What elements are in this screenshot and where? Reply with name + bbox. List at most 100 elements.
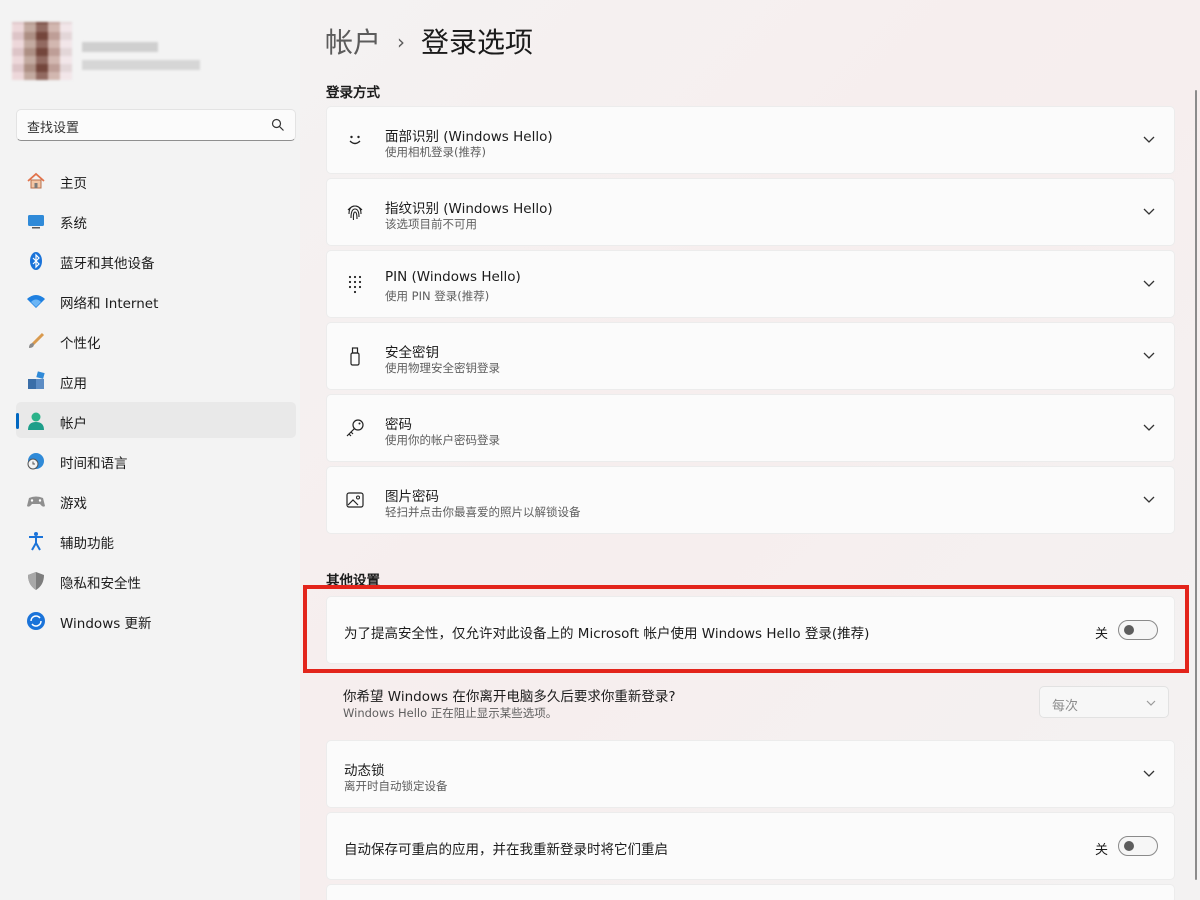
page-title: 登录选项 — [421, 26, 534, 59]
search-input[interactable]: 查找设置 — [16, 109, 296, 141]
sidebar-item-accessibility[interactable]: 辅助功能 — [16, 522, 296, 558]
require-signin-label: 你希望 Windows 在你离开电脑多久后要求你重新登录? — [343, 689, 676, 705]
globe-clock-icon — [27, 453, 44, 470]
breadcrumb-separator: › — [397, 30, 406, 54]
toggle-state-label: 关 — [1094, 627, 1108, 642]
restart-apps-toggle[interactable] — [1118, 836, 1158, 856]
dynamic-lock-card[interactable]: 动态锁 离开时自动锁定设备 — [326, 740, 1175, 808]
shield-icon — [28, 572, 44, 590]
user-name-redacted — [82, 42, 158, 52]
sidebar-item-label: 辅助功能 — [60, 536, 114, 552]
bluetooth-icon — [30, 252, 42, 270]
chevron-down-icon[interactable] — [1142, 135, 1156, 145]
signin-pin-card[interactable]: PIN (Windows Hello) 使用 PIN 登录(推荐) — [326, 250, 1175, 318]
home-icon — [27, 172, 45, 189]
section-title-other-settings: 其他设置 — [326, 573, 380, 589]
signin-face-card[interactable]: 面部识别 (Windows Hello) 使用相机登录(推荐) — [326, 106, 1175, 174]
chevron-down-icon[interactable] — [1142, 769, 1156, 779]
card-subtitle: 离开时自动锁定设备 — [344, 779, 448, 793]
sidebar-item-windows-update[interactable]: Windows 更新 — [16, 602, 296, 638]
chevron-down-icon[interactable] — [1142, 423, 1156, 433]
picture-icon — [346, 492, 364, 508]
hello-only-setting-label: 为了提高安全性，仅允许对此设备上的 Microsoft 帐户使用 Windows… — [344, 626, 870, 642]
card-title: 图片密码 — [385, 489, 439, 505]
system-icon — [28, 215, 44, 229]
toggle-knob — [1124, 625, 1134, 635]
card-subtitle: 轻扫并点击你最喜爱的照片以解锁设备 — [385, 505, 581, 519]
signin-security-key-card[interactable]: 安全密钥 使用物理安全密钥登录 — [326, 322, 1175, 390]
chevron-down-icon — [1146, 700, 1156, 706]
apps-icon — [28, 371, 45, 389]
sidebar-item-home[interactable]: 主页 — [16, 162, 296, 198]
sidebar-item-label: Windows 更新 — [60, 616, 152, 632]
dropdown-value: 每次 — [1052, 699, 1079, 714]
brush-icon — [29, 332, 45, 348]
section-title-signin-methods: 登录方式 — [326, 85, 380, 101]
signin-fingerprint-card[interactable]: 指纹识别 (Windows Hello) 该选项目前不可用 — [326, 178, 1175, 246]
fingerprint-icon — [347, 205, 363, 221]
card-subtitle: 使用相机登录(推荐) — [385, 145, 486, 159]
card-title: 面部识别 (Windows Hello) — [385, 129, 553, 145]
search-icon[interactable] — [271, 118, 285, 132]
sidebar-item-label: 时间和语言 — [60, 456, 128, 472]
search-placeholder: 查找设置 — [27, 121, 80, 136]
sidebar-item-time-language[interactable]: 时间和语言 — [16, 442, 296, 478]
hello-only-toggle[interactable] — [1118, 620, 1158, 640]
require-signin-subtitle: Windows Hello 正在阻止显示某些选项。 — [343, 706, 558, 720]
signin-password-card[interactable]: 密码 使用你的帐户密码登录 — [326, 394, 1175, 462]
nav-list: 主页 系统 蓝牙和其他设备 网络和 Internet 个性化 应用 帐户 时间和… — [16, 162, 296, 642]
card-subtitle: 使用 PIN 登录(推荐) — [385, 289, 490, 303]
chevron-down-icon[interactable] — [1142, 351, 1156, 361]
card-title: 安全密钥 — [385, 345, 439, 361]
toggle-knob — [1124, 841, 1134, 851]
accessibility-icon — [29, 532, 43, 551]
sidebar-item-personalization[interactable]: 个性化 — [16, 322, 296, 358]
card-title: 动态锁 — [344, 763, 385, 779]
card-subtitle: 该选项目前不可用 — [385, 217, 477, 231]
sidebar-item-label: 隐私和安全性 — [60, 576, 141, 592]
sidebar-item-accounts[interactable]: 帐户 — [16, 402, 296, 438]
user-email-redacted — [82, 60, 200, 70]
breadcrumb-parent[interactable]: 帐户 — [325, 26, 381, 59]
card-title: 指纹识别 (Windows Hello) — [385, 201, 553, 217]
chevron-down-icon[interactable] — [1142, 207, 1156, 217]
user-profile[interactable] — [12, 22, 312, 80]
restart-apps-setting-row: 自动保存可重启的应用，并在我重新登录时将它们重启 关 — [326, 812, 1175, 880]
signin-picture-password-card[interactable]: 图片密码 轻扫并点击你最喜爱的照片以解锁设备 — [326, 466, 1175, 534]
next-setting-card-partial[interactable] — [326, 884, 1175, 900]
sidebar-item-label: 帐户 — [60, 416, 87, 432]
sidebar-item-label: 蓝牙和其他设备 — [60, 256, 155, 272]
sidebar-item-network[interactable]: 网络和 Internet — [16, 282, 296, 318]
sidebar-item-label: 应用 — [60, 376, 87, 392]
chevron-down-icon[interactable] — [1142, 279, 1156, 289]
sidebar-item-bluetooth[interactable]: 蓝牙和其他设备 — [16, 242, 296, 278]
avatar — [12, 22, 72, 80]
sidebar-item-label: 网络和 Internet — [60, 296, 159, 312]
pin-keypad-icon — [348, 275, 362, 294]
sidebar-item-privacy[interactable]: 隐私和安全性 — [16, 562, 296, 598]
sidebar-item-apps[interactable]: 应用 — [16, 362, 296, 398]
wifi-icon — [27, 295, 45, 308]
main-content: 帐户 › 登录选项 登录方式 面部识别 (Windows Hello) 使用相机登录… — [325, 0, 1185, 900]
restart-apps-label: 自动保存可重启的应用，并在我重新登录时将它们重启 — [344, 842, 668, 858]
usb-key-icon — [350, 347, 360, 366]
hello-only-setting-row: 为了提高安全性，仅允许对此设备上的 Microsoft 帐户使用 Windows… — [326, 596, 1175, 664]
account-icon — [28, 412, 44, 430]
sidebar: 查找设置 主页 系统 蓝牙和其他设备 网络和 Internet 个性化 应用 帐… — [0, 0, 310, 900]
sidebar-item-system[interactable]: 系统 — [16, 202, 296, 238]
key-icon — [346, 419, 364, 437]
sidebar-item-gaming[interactable]: 游戏 — [16, 482, 296, 518]
sidebar-item-label: 系统 — [60, 216, 87, 232]
card-subtitle: 使用物理安全密钥登录 — [385, 361, 500, 375]
sidebar-item-label: 游戏 — [60, 496, 87, 512]
card-title: PIN (Windows Hello) — [385, 269, 521, 285]
update-icon — [27, 612, 45, 630]
card-title: 密码 — [385, 417, 412, 433]
chevron-down-icon[interactable] — [1142, 495, 1156, 505]
scrollbar[interactable] — [1195, 90, 1197, 880]
sidebar-item-label: 主页 — [60, 176, 87, 192]
card-subtitle: 使用你的帐户密码登录 — [385, 433, 500, 447]
sidebar-item-label: 个性化 — [60, 336, 101, 352]
require-signin-dropdown[interactable]: 每次 — [1039, 686, 1169, 718]
face-icon — [349, 135, 361, 145]
